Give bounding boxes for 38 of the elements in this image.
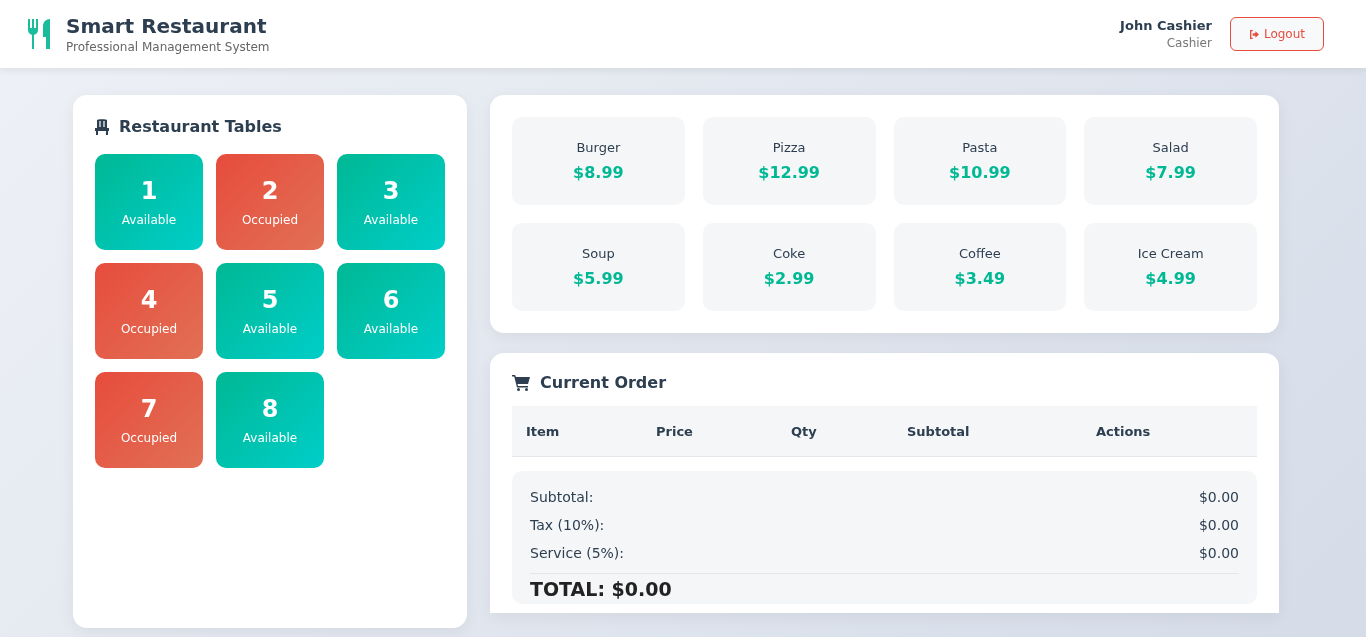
user-role: Cashier <box>1165 36 1212 50</box>
order-total: TOTAL: $0.00 <box>530 578 673 600</box>
table-tile[interactable]: 1 Available <box>95 154 203 250</box>
table-tile[interactable]: 7 Occupied <box>95 372 203 468</box>
menu-item[interactable]: Coke $2.99 <box>702 223 876 311</box>
menu-item[interactable]: Pizza $12.99 <box>702 117 876 205</box>
menu-item[interactable]: Burger $8.99 <box>512 117 685 205</box>
table-tile[interactable]: 3 Available <box>337 154 445 250</box>
table-tile[interactable]: 2 Occupied <box>216 154 324 250</box>
summary-label: Service (5%): <box>530 545 625 561</box>
column-header: Qty <box>791 423 818 439</box>
table-tile[interactable]: 4 Occupied <box>95 263 203 359</box>
column-header: Price <box>656 423 694 439</box>
app-subtitle: Professional Management System <box>66 40 270 54</box>
table-tile[interactable]: 8 Available <box>216 372 324 468</box>
menu-item[interactable]: Salad $7.99 <box>1084 117 1257 205</box>
order-title: Current Order <box>540 373 667 392</box>
summary-label: Tax (10%): <box>530 517 605 533</box>
menu-item[interactable]: Ice Cream $4.99 <box>1084 223 1257 311</box>
column-header: Item <box>526 423 561 439</box>
logout-icon <box>1248 29 1260 39</box>
app-title: Smart Restaurant <box>66 14 268 38</box>
summary-value: $0.00 <box>1198 517 1239 533</box>
column-header: Subtotal <box>907 423 971 439</box>
column-header: Actions <box>1096 423 1151 439</box>
summary-value: $0.00 <box>1198 545 1239 561</box>
user-name: John Cashier <box>1120 18 1212 33</box>
table-tile[interactable]: 5 Available <box>216 263 324 359</box>
table-tile[interactable]: 6 Available <box>337 263 445 359</box>
summary-value: $0.00 <box>1198 489 1239 505</box>
menu-item[interactable]: Coffee $3.49 <box>893 223 1067 311</box>
chair-icon <box>95 118 109 135</box>
summary-label: Subtotal: <box>530 489 594 505</box>
menu-item[interactable]: Pasta $10.99 <box>893 117 1067 205</box>
logout-button[interactable]: Logout <box>1229 17 1324 51</box>
menu-item[interactable]: Soup $5.99 <box>512 223 685 311</box>
tables-title: Restaurant Tables <box>119 117 282 136</box>
cart-icon <box>512 374 530 391</box>
